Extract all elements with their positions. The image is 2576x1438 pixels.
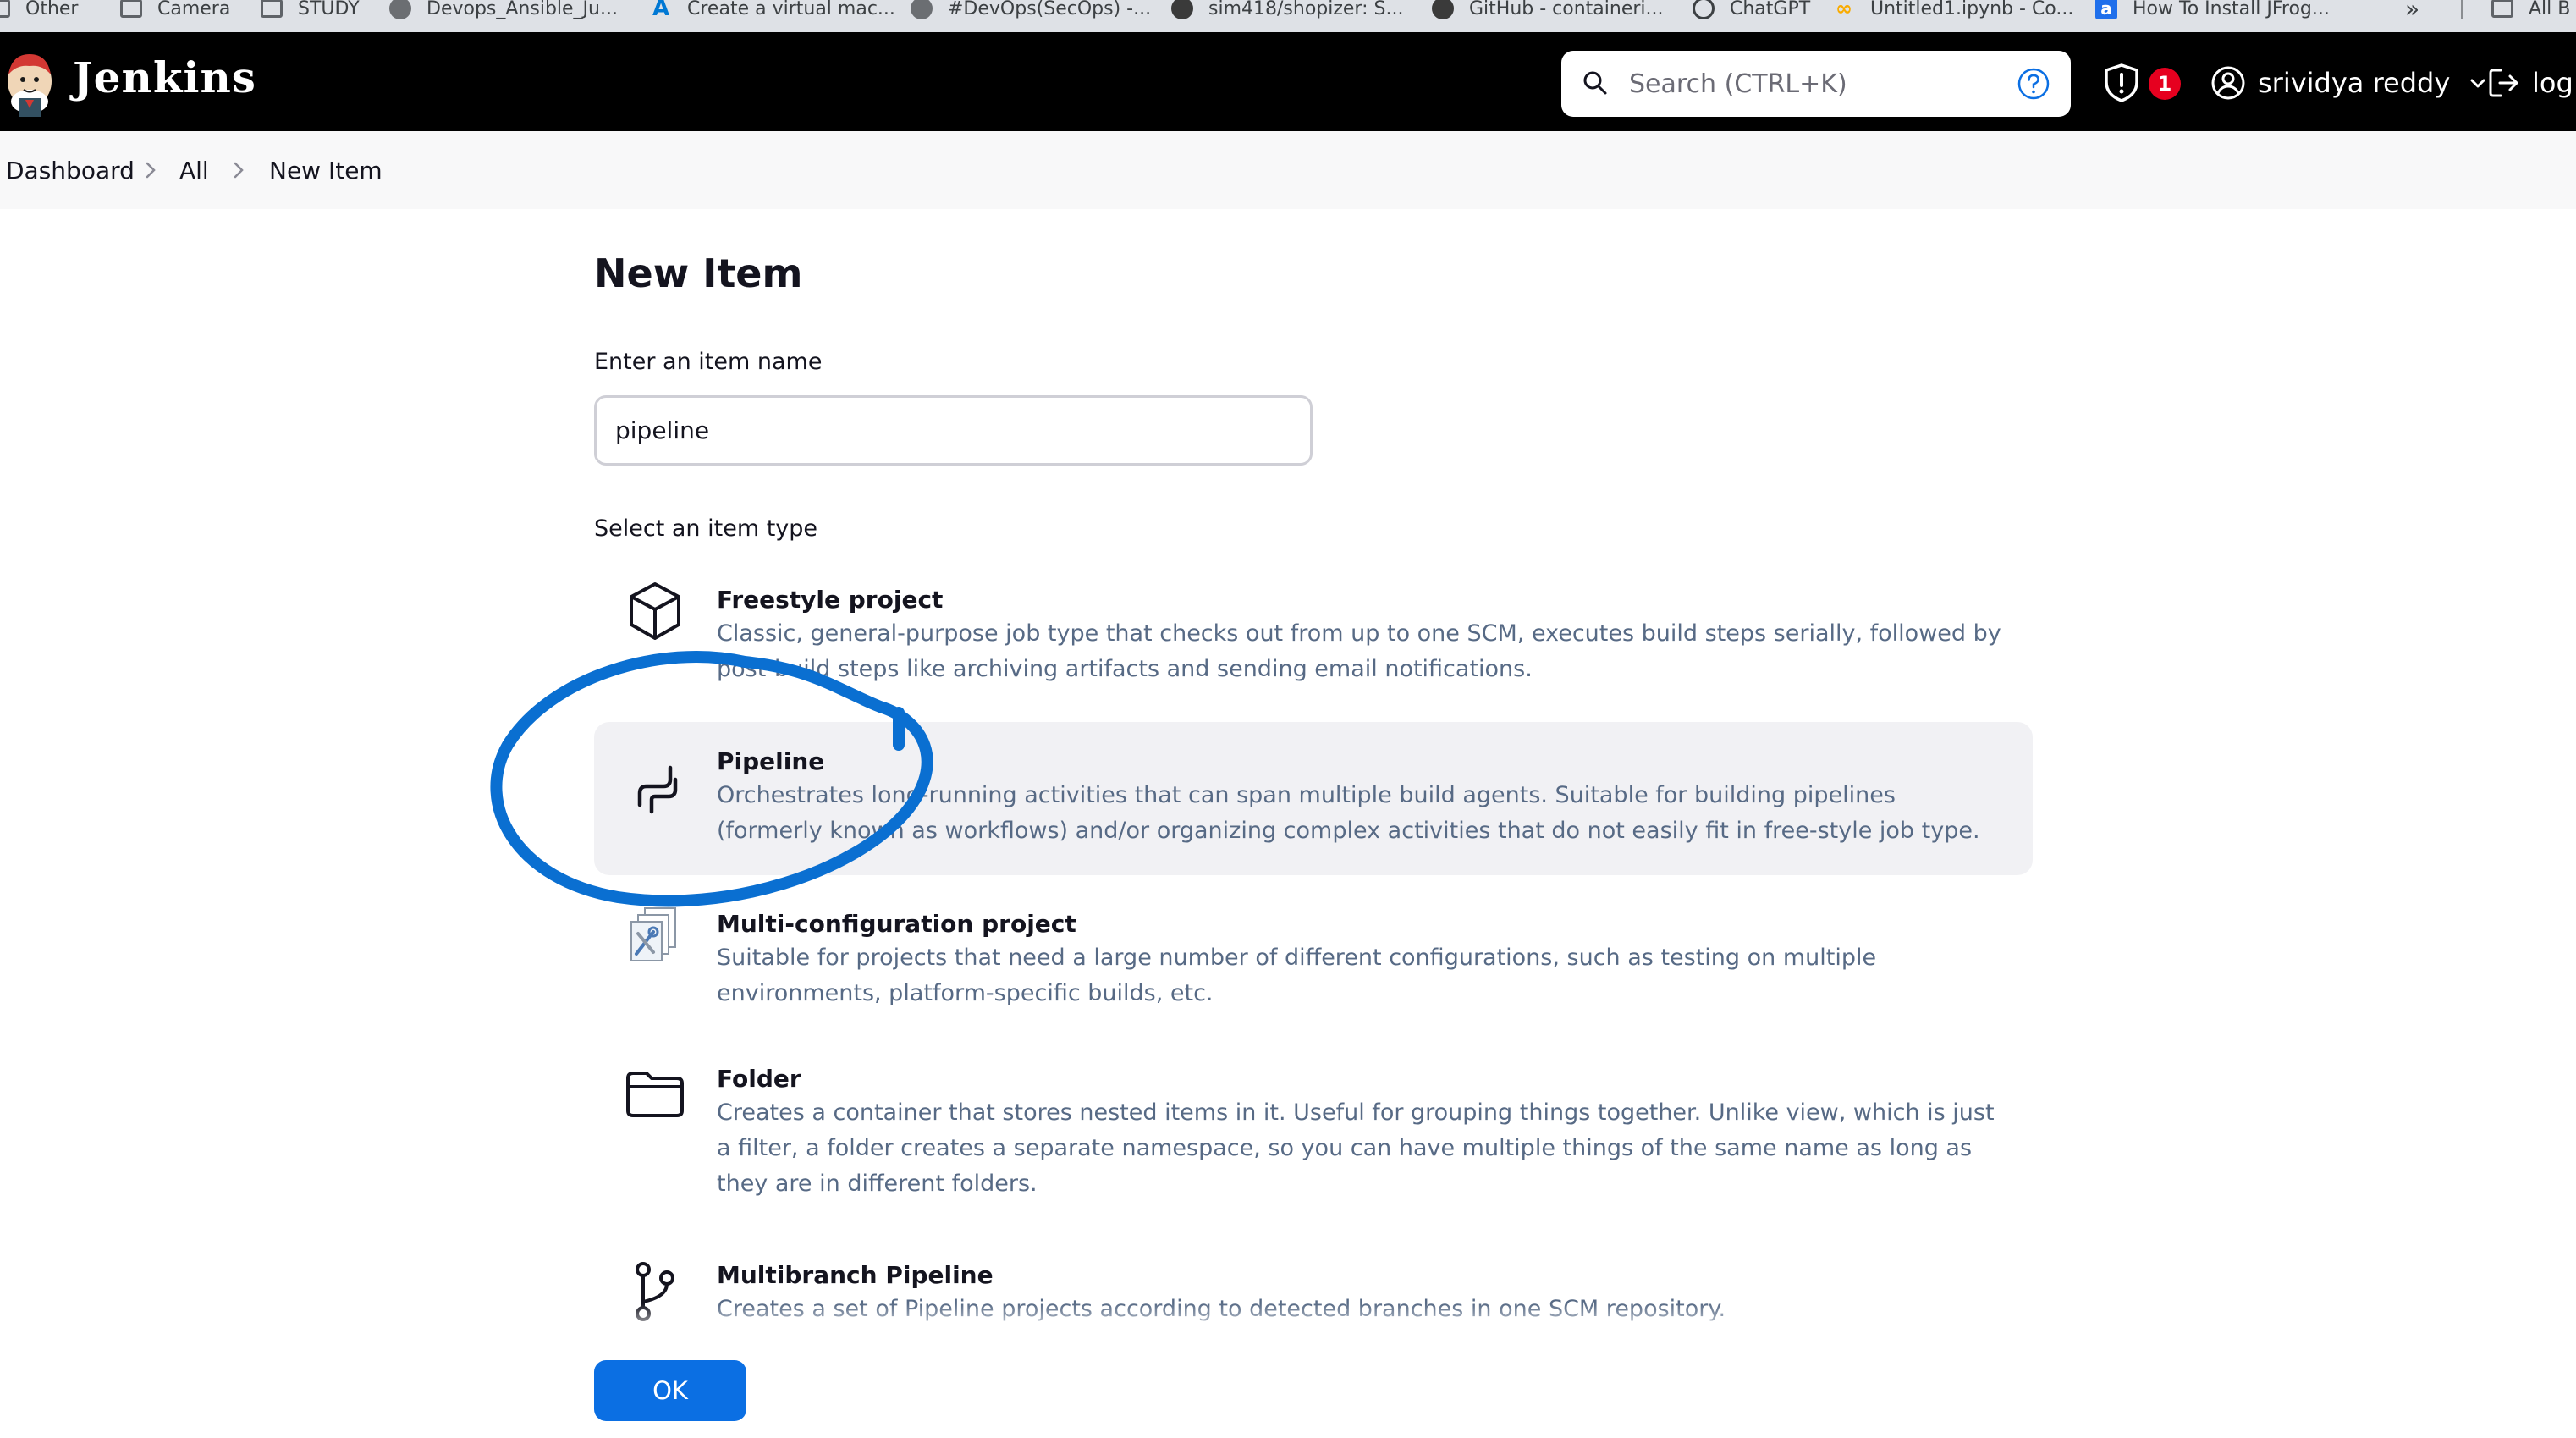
item-description: Classic, general-purpose job type that c…	[717, 620, 2001, 682]
breadcrumb: Dashboard All New Item	[0, 131, 2576, 209]
item-description: Suitable for projects that need a large …	[717, 945, 1877, 1006]
bookmark-colab[interactable]: ∞ Untitled1.ipynb - Co...	[1833, 0, 2073, 24]
item-title: Freestyle project	[717, 586, 944, 614]
item-description: Creates a container that stores nested i…	[717, 1099, 1995, 1197]
search-box[interactable]	[1561, 51, 2071, 117]
item-type-pipeline[interactable]: Pipeline Orchestrates long-running activ…	[594, 722, 2033, 875]
item-name-input[interactable]	[594, 395, 1313, 466]
chatgpt-icon	[1693, 0, 1715, 19]
breadcrumb-dashboard[interactable]: Dashboard	[6, 157, 135, 185]
jenkins-header: Jenkins 1 srividya reddy	[0, 32, 2576, 131]
pipeline-icon	[637, 765, 678, 814]
folder-icon	[626, 1072, 684, 1117]
logout-link[interactable]: log	[2486, 63, 2573, 103]
breadcrumb-all[interactable]: All	[179, 157, 209, 185]
user-name[interactable]: srividya reddy	[2258, 67, 2450, 99]
item-title: Folder	[717, 1065, 801, 1093]
form-footer	[0, 1336, 2576, 1438]
item-type-freestyle[interactable]: Freestyle project Classic, general-purpo…	[594, 567, 2033, 711]
chevron-right-icon	[234, 162, 244, 179]
bookmark-create-vm[interactable]: A Create a virtual mac...	[650, 0, 895, 24]
multi-config-icon	[630, 907, 676, 961]
notification-badge[interactable]: 1	[2149, 68, 2181, 100]
item-type-label: Select an item type	[594, 515, 818, 542]
globe-icon	[389, 0, 411, 19]
bookmark-camera[interactable]: Camera	[120, 0, 230, 24]
bookmark-jfrog[interactable]: a How To Install JFrog...	[2095, 0, 2330, 24]
brand-name[interactable]: Jenkins	[73, 52, 256, 102]
item-type-multi-configuration[interactable]: Multi-configuration project Suitable for…	[594, 893, 2033, 1020]
pen-annotation-circle	[490, 651, 933, 907]
bookmark-github-containerization[interactable]: GitHub - containeri...	[1432, 0, 1664, 24]
item-title: Multi-configuration project	[717, 910, 1076, 938]
folder-icon	[0, 0, 10, 18]
item-type-folder[interactable]: Folder Creates a container that stores n…	[594, 1050, 2033, 1219]
folder-icon	[261, 0, 283, 18]
more-bookmarks-icon[interactable]: »	[2405, 0, 2419, 23]
bookmark-shopizer[interactable]: sim418/shopizer: S...	[1171, 0, 1403, 24]
item-title: Pipeline	[717, 747, 825, 775]
logout-icon	[2489, 69, 2518, 97]
user-avatar-icon	[2211, 66, 2245, 100]
folder-icon	[2491, 0, 2513, 18]
user-menu[interactable]: srividya reddy	[2210, 63, 2489, 103]
page-title: New Item	[594, 251, 803, 296]
bookmark-study[interactable]: STUDY	[261, 0, 360, 24]
security-shield-icon[interactable]	[2102, 63, 2141, 103]
cube-icon	[630, 582, 680, 640]
bookmark-all[interactable]: All B	[2491, 0, 2570, 24]
item-name-label: Enter an item name	[594, 349, 823, 375]
bookmark-other[interactable]: Other	[0, 0, 78, 24]
search-input[interactable]	[1629, 51, 2001, 117]
folder-icon	[120, 0, 142, 18]
bookmark-devsecops[interactable]: #DevOps(SecOps) -...	[911, 0, 1151, 24]
jenkins-logo-icon[interactable]	[0, 47, 59, 117]
chevron-right-icon	[146, 162, 156, 179]
item-title: Multibranch Pipeline	[717, 1261, 994, 1289]
breadcrumb-new-item[interactable]: New Item	[269, 157, 383, 185]
search-icon	[1583, 71, 1607, 95]
logout-label[interactable]: log	[2532, 67, 2573, 99]
globe-icon	[911, 0, 933, 19]
colab-icon: ∞	[1836, 0, 1852, 20]
ok-button[interactable]: OK	[594, 1360, 746, 1421]
bookmarks-divider	[2461, 0, 2463, 19]
bookmark-chatgpt[interactable]: ChatGPT	[1693, 0, 1810, 24]
bookmark-devops-ansible[interactable]: Devops_Ansible_Ju...	[389, 0, 618, 24]
github-icon	[1171, 0, 1193, 19]
jfrog-icon: a	[2095, 0, 2117, 19]
list-fade	[575, 1303, 2065, 1337]
azure-icon: A	[652, 0, 670, 21]
item-description: Orchestrates long-running activities tha…	[717, 782, 1980, 844]
github-icon	[1432, 0, 1454, 19]
bookmarks-bar: Other Camera STUDY Devops_Ansible_Ju... …	[0, 0, 2576, 32]
help-icon[interactable]	[2017, 67, 2050, 101]
